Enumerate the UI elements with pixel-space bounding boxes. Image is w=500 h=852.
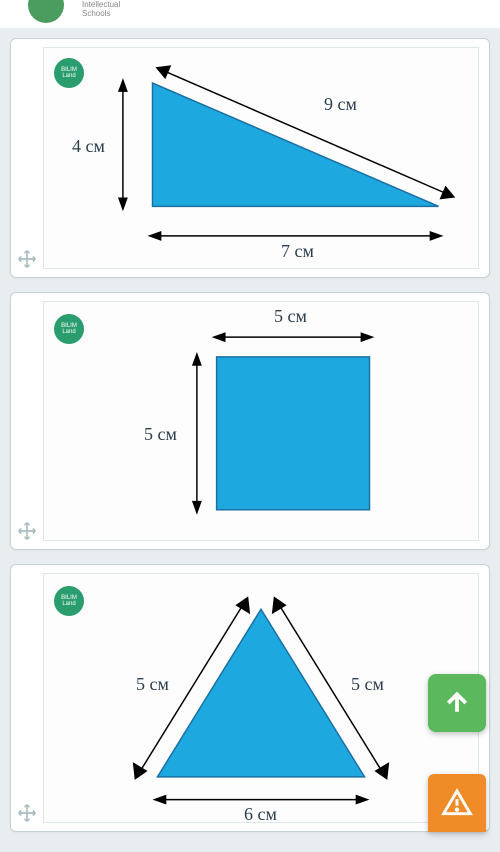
label-left: 4 см <box>72 136 105 157</box>
alert-button[interactable] <box>428 774 486 832</box>
app-header: Intellectual Schools <box>0 0 500 28</box>
badge-label: BILIM Land <box>54 67 84 79</box>
bilim-badge: BILIM Land <box>54 586 84 616</box>
bilim-badge: BILIM Land <box>54 314 84 344</box>
diagram-iso-triangle: BILIM Land 5 см 5 см 6 см <box>43 573 479 823</box>
brand-text: Intellectual Schools <box>82 1 120 19</box>
diagram-right-triangle: BILIM Land 4 см 9 см 7 см <box>43 47 479 269</box>
move-icon[interactable] <box>17 521 37 541</box>
card-triangle-iso[interactable]: BILIM Land 5 см 5 см 6 см <box>10 564 490 832</box>
svg-square <box>44 302 478 540</box>
brand-line2: Schools <box>82 9 110 18</box>
badge-label: BILIM Land <box>54 323 84 335</box>
label-hyp: 9 см <box>324 94 357 115</box>
label-base: 7 см <box>281 241 314 262</box>
svg-right-triangle <box>44 48 478 268</box>
bilim-badge: BILIM Land <box>54 58 84 88</box>
diagram-square: BILIM Land 5 см 5 см <box>43 301 479 541</box>
label-left: 5 см <box>136 674 169 695</box>
move-icon[interactable] <box>17 249 37 269</box>
svg-iso-triangle <box>44 574 478 822</box>
brand-logo <box>28 0 64 23</box>
label-top: 5 см <box>274 306 307 327</box>
label-right: 5 см <box>351 674 384 695</box>
card-triangle-right[interactable]: BILIM Land 4 см 9 см 7 см <box>10 38 490 278</box>
brand-line1: Intellectual <box>82 0 120 9</box>
label-base: 6 см <box>244 804 277 825</box>
arrow-up-icon <box>442 688 472 718</box>
scroll-top-button[interactable] <box>428 674 486 732</box>
label-left: 5 см <box>144 424 177 445</box>
warning-icon <box>441 787 473 819</box>
card-list: BILIM Land 4 см 9 см 7 см <box>0 28 500 832</box>
move-icon[interactable] <box>17 803 37 823</box>
card-square[interactable]: BILIM Land 5 см 5 см <box>10 292 490 550</box>
badge-label: BILIM Land <box>54 595 84 607</box>
